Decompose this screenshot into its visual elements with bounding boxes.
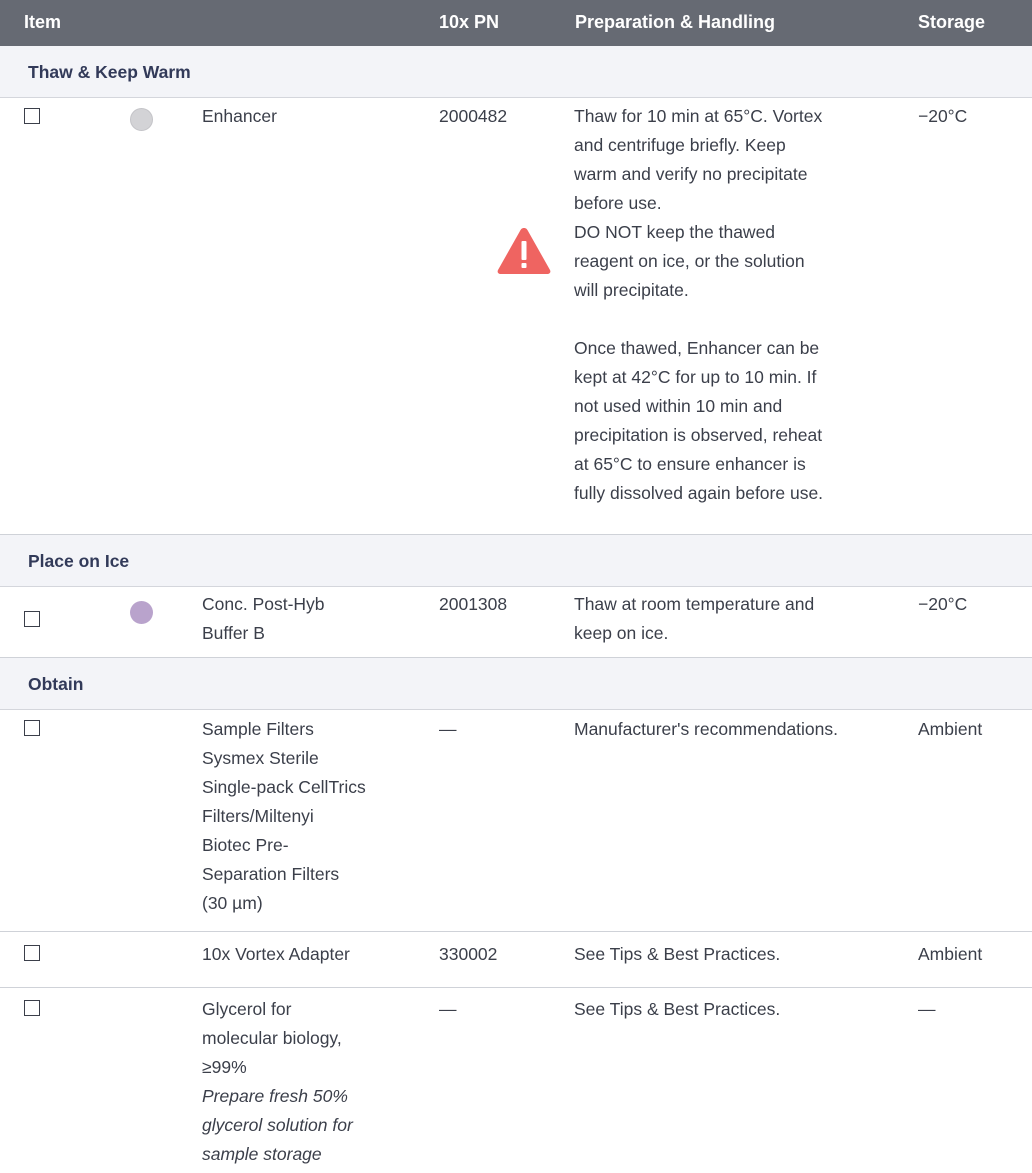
checkbox[interactable] [24, 945, 40, 961]
part-number: 2001308 [439, 594, 508, 614]
item-name: Conc. Post-Hyb Buffer B [202, 590, 402, 648]
note-line: at 65°C to ensure enhancer is [574, 454, 806, 474]
prep-line: Thaw at room temperature and [574, 594, 815, 614]
part-number: — [439, 719, 457, 739]
section-title: Thaw & Keep Warm [28, 62, 191, 82]
warning-line: reagent on ice, or the solution [574, 251, 805, 271]
warning-triangle-icon [497, 228, 551, 274]
table-row-post-hyb-buffer: Conc. Post-Hyb Buffer B 2001308 Thaw at … [0, 587, 1032, 658]
item-note-line: sample storage [202, 1144, 322, 1164]
item-name: Enhancer [202, 106, 277, 126]
table-row-sample-filters: Sample Filters Sysmex Sterile Single-pac… [0, 710, 1032, 932]
item-line: Glycerol for [202, 999, 292, 1019]
reagent-color-dot [130, 108, 153, 131]
item-line: Single-pack CellTrics [202, 777, 366, 797]
preparation-text: See Tips & Best Practices. [574, 944, 781, 964]
section-thaw-keep-warm: Thaw & Keep Warm [0, 46, 1032, 98]
section-place-on-ice: Place on Ice [0, 535, 1032, 587]
storage-temp: Ambient [918, 944, 983, 964]
table-row-glycerol: Glycerol for molecular biology, ≥99% Pre… [0, 988, 1032, 1173]
section-title: Obtain [28, 674, 84, 694]
prep-line: warm and verify no precipitate [574, 164, 808, 184]
checkbox[interactable] [24, 611, 40, 627]
table-row-vortex-adapter: 10x Vortex Adapter 330002 See Tips & Bes… [0, 932, 1032, 988]
section-obtain: Obtain [0, 658, 1032, 710]
item-note-line: glycerol solution for [202, 1115, 353, 1135]
reagent-color-dot [130, 601, 153, 624]
note-line: fully dissolved again before use. [574, 483, 824, 503]
note-line: Once thawed, Enhancer can be [574, 338, 820, 358]
storage-temp: Ambient [918, 719, 983, 739]
warning-line: will precipitate. [574, 280, 689, 300]
storage-temp: — [918, 999, 936, 1019]
prep-line: Thaw for 10 min at 65°C. Vortex [574, 106, 823, 126]
prep-line: before use. [574, 193, 662, 213]
item-line: Separation Filters [202, 864, 340, 884]
prep-line: keep on ice. [574, 623, 669, 643]
table-row-enhancer: Enhancer 2000482 Thaw for 10 min at 65°C… [0, 98, 1032, 535]
checkbox[interactable] [24, 1000, 40, 1016]
item-name: Glycerol for molecular biology, ≥99% Pre… [202, 995, 402, 1169]
item-line: Sample Filters [202, 719, 314, 739]
header-storage: Storage [918, 12, 986, 32]
storage-temp: −20°C [918, 594, 968, 614]
section-title: Place on Ice [28, 551, 130, 571]
checkbox[interactable] [24, 108, 40, 124]
item-line: molecular biology, [202, 1028, 342, 1048]
prep-line: and centrifuge briefly. Keep [574, 135, 786, 155]
item-line: (30 µm) [202, 893, 263, 913]
item-line: Conc. Post-Hyb [202, 594, 325, 614]
preparation-text: Thaw for 10 min at 65°C. Vortex and cent… [574, 102, 904, 508]
storage-temp: −20°C [918, 106, 968, 126]
checkbox[interactable] [24, 720, 40, 736]
note-line: not used within 10 min and [574, 396, 783, 416]
part-number: 330002 [439, 944, 498, 964]
preparation-text: Manufacturer's recommendations. [574, 719, 839, 739]
preparation-text: See Tips & Best Practices. [574, 999, 781, 1019]
item-line: Sysmex Sterile [202, 748, 319, 768]
item-line: Filters/Miltenyi [202, 806, 314, 826]
note-line: precipitation is observed, reheat [574, 425, 823, 445]
item-line: Biotec Pre- [202, 835, 289, 855]
header-10x-pn: 10x PN [439, 12, 500, 32]
warning-line: DO NOT keep the thawed [574, 222, 776, 242]
header-item: Item [24, 12, 62, 32]
header-preparation-handling: Preparation & Handling [575, 12, 776, 32]
table-header: Item 10x PN Preparation & Handling Stora… [0, 0, 1032, 46]
item-line: ≥99% [202, 1057, 247, 1077]
part-number: — [439, 999, 457, 1019]
item-line: Buffer B [202, 623, 265, 643]
item-name: 10x Vortex Adapter [202, 944, 350, 964]
note-line: kept at 42°C for up to 10 min. If [574, 367, 817, 387]
item-name: Sample Filters Sysmex Sterile Single-pac… [202, 715, 402, 918]
part-number: 2000482 [439, 106, 508, 126]
preparation-text: Thaw at room temperature and keep on ice… [574, 590, 904, 648]
item-note-line: Prepare fresh 50% [202, 1086, 348, 1106]
